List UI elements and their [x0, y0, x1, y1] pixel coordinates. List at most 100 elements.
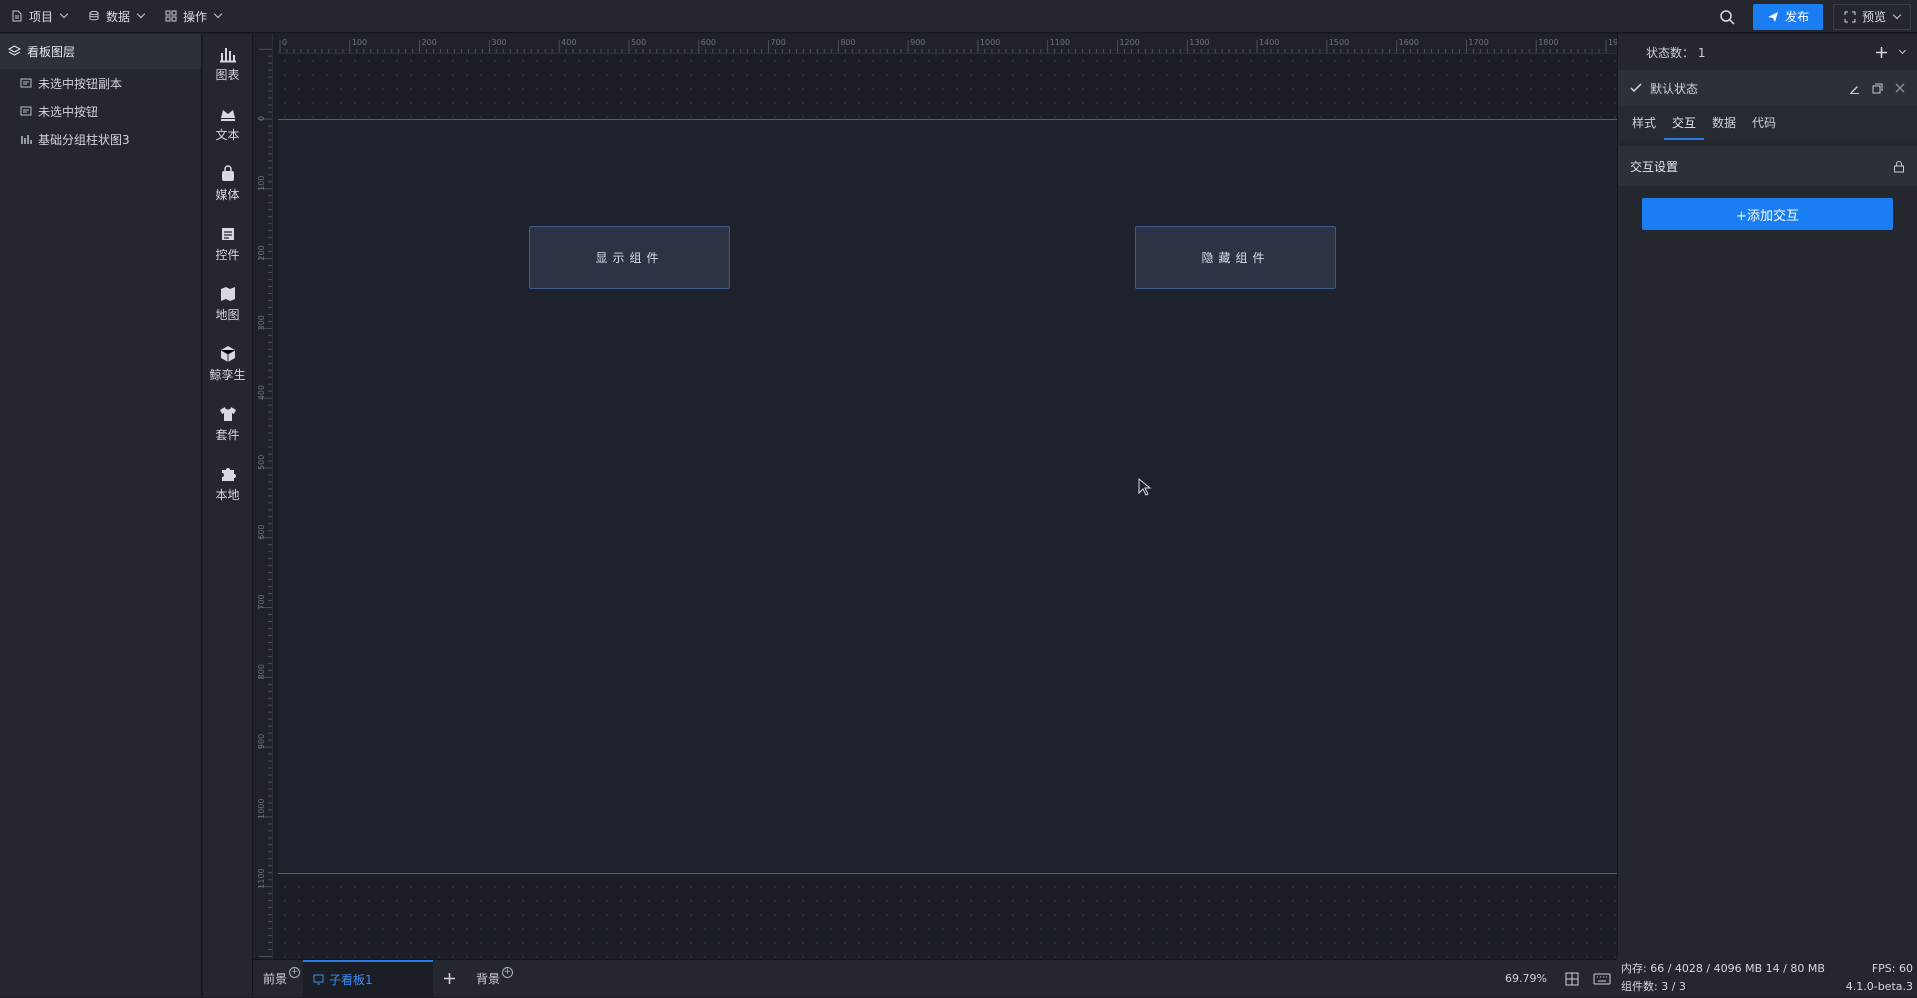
version-label: 4.1.0-beta.3 — [1845, 979, 1913, 993]
close-icon[interactable] — [1895, 83, 1905, 93]
component-bar: 图表 文本 媒体 控件 地图 鲸孪生 套件 本地 — [203, 34, 253, 997]
copy-icon[interactable] — [1872, 83, 1883, 94]
comp-text[interactable]: 文本 — [203, 94, 252, 154]
chevron-down-icon[interactable] — [1898, 46, 1907, 54]
plus-icon — [444, 973, 456, 984]
ruler-label: 300 — [257, 315, 266, 330]
tab-style[interactable]: 样式 — [1624, 106, 1664, 140]
chart-icon — [219, 48, 236, 63]
show-component-button[interactable]: 显示组件 — [529, 226, 730, 289]
layers-panel: 看板图层 未选中按钮副本 未选中按钮 基础分组柱状图3 — [0, 34, 202, 997]
layers-icon — [8, 45, 21, 56]
comp-label: 图表 — [215, 68, 240, 82]
ruler-label: 0 — [282, 38, 287, 47]
tab-foreground[interactable]: 前景 + — [253, 960, 301, 998]
tab-background[interactable]: 背景 + — [466, 960, 514, 998]
hide-component-button[interactable]: 隐藏组件 — [1135, 226, 1336, 289]
ruler-left[interactable]: 0 100 200 300 400 500 600 700 800 900 1000 1100 — [253, 34, 273, 959]
button-layer-icon — [20, 106, 32, 116]
add-circle-icon[interactable]: + — [289, 966, 301, 978]
ruler-label: 600 — [257, 524, 266, 539]
tab-board-label: 子看板1 — [329, 973, 373, 987]
shirt-icon — [219, 407, 236, 421]
layers-header[interactable]: 看板图层 — [0, 34, 201, 69]
layer-item[interactable]: 基础分组柱状图3 — [0, 125, 201, 153]
fit-screen-icon[interactable] — [1565, 972, 1579, 989]
comp-chart[interactable]: 图表 — [203, 34, 252, 94]
cube-icon — [220, 346, 235, 362]
keyboard-icon[interactable] — [1593, 973, 1611, 988]
document-icon — [10, 10, 23, 23]
zoom-level[interactable]: 69.79% — [1505, 972, 1547, 985]
default-state-row[interactable]: 默认状态 — [1618, 70, 1917, 106]
ruler-label: 100 — [352, 38, 367, 47]
memory-value: 66 / 4028 / 4096 MB 14 / 80 MB — [1650, 962, 1825, 975]
mouse-cursor-icon — [1138, 478, 1152, 496]
ruler-label: 800 — [840, 38, 855, 47]
canvas-area[interactable]: 0 100 200 300 400 500 600 700 800 900 1000 1100 1200… — [253, 34, 1617, 959]
button-layer-icon — [20, 78, 32, 88]
ruler-label: 1500 — [1329, 38, 1349, 47]
grid-icon — [164, 10, 177, 23]
add-board-button[interactable] — [433, 960, 466, 998]
comp-map[interactable]: 地图 — [203, 274, 252, 334]
comp-twin[interactable]: 鲸孪生 — [203, 334, 252, 394]
menu-data-label: 数据 — [106, 9, 131, 24]
status-bar: 内存: 66 / 4028 / 4096 MB 14 / 80 MB FPS: … — [1617, 957, 1917, 997]
comp-media[interactable]: 媒体 — [203, 154, 252, 214]
ruler-label: 700 — [257, 594, 266, 609]
ruler-label: 400 — [257, 385, 266, 400]
puzzle-icon — [221, 468, 236, 481]
edit-icon[interactable] — [1849, 83, 1860, 94]
tab-data[interactable]: 数据 — [1704, 106, 1744, 140]
ruler-label: 700 — [771, 38, 786, 47]
preview-button[interactable]: 预览 — [1832, 3, 1911, 30]
fullscreen-icon — [1844, 11, 1856, 22]
ruler-label: 900 — [257, 734, 266, 749]
memory-label: 内存: — [1621, 962, 1647, 975]
ruler-label: 1900 — [1608, 38, 1617, 47]
menu-project[interactable]: 项目 — [0, 0, 77, 33]
layer-label: 基础分组柱状图3 — [38, 132, 130, 147]
tab-background-label: 背景 — [476, 972, 501, 986]
comp-suite[interactable]: 套件 — [203, 394, 252, 454]
comp-label: 鲸孪生 — [209, 368, 246, 382]
lock-icon[interactable] — [1893, 160, 1905, 173]
chevron-down-icon[interactable] — [1892, 10, 1902, 19]
bar-chart-icon — [21, 135, 32, 144]
tab-board[interactable]: 子看板1 — [303, 959, 434, 998]
comp-label: 本地 — [215, 488, 240, 502]
ruler-label: 400 — [561, 38, 576, 47]
comp-control[interactable]: 控件 — [203, 214, 252, 274]
bottom-tabs: 前景 + 子看板1 背景 + 69.79% — [253, 959, 1617, 998]
layer-item[interactable]: 未选中按钮副本 — [0, 69, 201, 97]
publish-button[interactable]: 发布 — [1752, 3, 1823, 30]
property-tabs: 样式 交互 数据 代码 — [1618, 106, 1917, 140]
search-icon[interactable] — [1719, 9, 1735, 25]
fps-value: FPS: 60 — [1871, 961, 1913, 975]
tab-foreground-label: 前景 — [263, 972, 288, 986]
ruler-top[interactable]: 0 100 200 300 400 500 600 700 800 900 1000 1100 1200… — [278, 34, 1617, 54]
database-icon — [87, 10, 100, 23]
add-circle-icon[interactable]: + — [502, 966, 514, 978]
menu-data[interactable]: 数据 — [77, 0, 154, 33]
control-icon — [221, 228, 234, 240]
state-count-row: 状态数： 1 — [1618, 34, 1917, 70]
tab-interaction[interactable]: 交互 — [1664, 106, 1705, 140]
menu-operation[interactable]: 操作 — [154, 0, 231, 33]
plus-icon[interactable] — [1875, 46, 1888, 59]
tab-code[interactable]: 代码 — [1744, 106, 1784, 140]
layer-item[interactable]: 未选中按钮 — [0, 97, 201, 125]
ruler-label: 200 — [422, 38, 437, 47]
add-interaction-button[interactable]: +添加交互 — [1642, 198, 1893, 230]
menu-operation-label: 操作 — [183, 9, 208, 24]
media-icon — [221, 165, 234, 181]
ruler-label: 0 — [257, 116, 266, 121]
properties-panel: 状态数： 1 默认状态 样式 交互 数据 代码 交互设置 +添加交互 — [1617, 34, 1917, 997]
board-canvas[interactable]: 显示组件 隐藏组件 — [278, 119, 1617, 874]
ruler-label: 1100 — [257, 868, 266, 888]
comp-local[interactable]: 本地 — [203, 454, 252, 514]
interaction-settings-section[interactable]: 交互设置 — [1618, 146, 1917, 186]
ruler-label: 500 — [631, 38, 646, 47]
state-count-label: 状态数： — [1646, 45, 1695, 60]
